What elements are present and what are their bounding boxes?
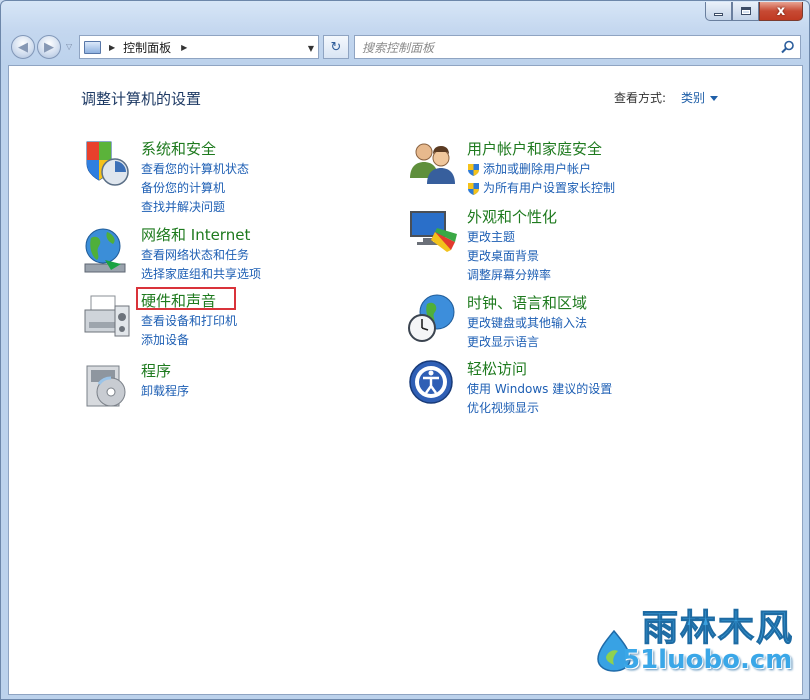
watermark-url: 51luobo.cm <box>622 645 793 675</box>
category-links: 查看您的计算机状态 备份您的计算机 查找并解决问题 <box>141 160 249 217</box>
view-by-dropdown[interactable]: 类别 <box>681 89 719 106</box>
uac-shield-icon <box>468 164 479 176</box>
link-change-keyboard-input[interactable]: 更改键盘或其他输入法 <box>467 314 587 333</box>
category-links: 查看设备和打印机 添加设备 <box>141 312 237 350</box>
category-links: 添加或删除用户帐户 为所有用户设置家长控制 <box>467 160 615 198</box>
link-change-desktop-background[interactable]: 更改桌面背景 <box>467 247 551 266</box>
refresh-button[interactable]: ↻ <box>323 35 349 59</box>
link-label[interactable]: 为所有用户设置家长控制 <box>483 181 615 195</box>
users-icon[interactable] <box>407 138 459 190</box>
maximize-button[interactable] <box>732 2 759 21</box>
search-input[interactable]: 搜索控制面板 <box>362 39 434 56</box>
link-label[interactable]: 添加或删除用户帐户 <box>483 162 591 176</box>
breadcrumb-control-panel[interactable]: 控制面板 <box>123 39 171 56</box>
category-title-programs[interactable]: 程序 <box>141 360 171 381</box>
link-optimize-video-display[interactable]: 优化视频显示 <box>467 399 612 418</box>
link-change-display-language[interactable]: 更改显示语言 <box>467 333 587 352</box>
forward-button[interactable]: ▶ <box>37 35 61 59</box>
category-links: 使用 Windows 建议的设置 优化视频显示 <box>467 380 612 418</box>
category-system-security: 系统和安全 查看您的计算机状态 备份您的计算机 查找并解决问题 <box>81 138 361 214</box>
watermark-chinese: 雨林木风 <box>641 608 795 650</box>
category-user-accounts: 用户帐户和家庭安全 添加或删除用户帐户 为所有用户设置家长控制 <box>407 138 707 198</box>
category-title-network-internet[interactable]: 网络和 Internet <box>141 224 250 245</box>
link-homegroup-sharing[interactable]: 选择家庭组和共享选项 <box>141 265 261 284</box>
page-title: 调整计算机的设置 <box>81 90 202 108</box>
recent-pages-dropdown-icon[interactable]: ▽ <box>66 42 72 51</box>
clock-globe-icon[interactable] <box>407 292 459 344</box>
appearance-monitor-icon[interactable] <box>407 206 459 258</box>
close-icon: x <box>776 3 786 19</box>
minimize-icon <box>714 12 723 16</box>
search-box[interactable]: 搜索控制面板 <box>354 35 801 59</box>
link-adjust-resolution[interactable]: 调整屏幕分辨率 <box>467 266 551 285</box>
link-change-theme[interactable]: 更改主题 <box>467 228 551 247</box>
category-title-system-security[interactable]: 系统和安全 <box>141 138 216 159</box>
minimize-button[interactable] <box>705 2 732 21</box>
category-title-clock-language[interactable]: 时钟、语言和区域 <box>467 292 587 313</box>
category-network-internet: 网络和 Internet 查看网络状态和任务 选择家庭组和共享选项 <box>81 224 361 284</box>
link-find-fix-problems[interactable]: 查找并解决问题 <box>141 198 249 217</box>
link-add-device[interactable]: 添加设备 <box>141 331 237 350</box>
link-parental-controls[interactable]: 为所有用户设置家长控制 <box>467 179 615 198</box>
address-dropdown-icon[interactable]: ▼ <box>308 44 314 53</box>
category-clock-language-region: 时钟、语言和区域 更改键盘或其他输入法 更改显示语言 <box>407 292 707 352</box>
category-links: 更改键盘或其他输入法 更改显示语言 <box>467 314 587 352</box>
watermark: 雨林木风 51luobo.cm <box>584 599 804 695</box>
category-title-ease-of-access[interactable]: 轻松访问 <box>467 358 527 379</box>
maximize-icon <box>740 7 751 15</box>
ease-of-access-icon[interactable] <box>407 358 459 410</box>
back-button[interactable]: ◀ <box>11 35 35 59</box>
category-title-hardware-sound[interactable]: 硬件和声音 <box>141 290 216 311</box>
caption-buttons: x <box>705 2 803 21</box>
link-view-computer-status[interactable]: 查看您的计算机状态 <box>141 160 249 179</box>
category-links: 卸载程序 <box>141 382 189 401</box>
printer-hardware-icon[interactable] <box>81 290 133 342</box>
category-ease-of-access: 轻松访问 使用 Windows 建议的设置 优化视频显示 <box>407 358 727 418</box>
category-links: 查看网络状态和任务 选择家庭组和共享选项 <box>141 246 261 284</box>
back-arrow-icon: ◀ <box>18 39 28 55</box>
category-title-appearance[interactable]: 外观和个性化 <box>467 206 557 227</box>
control-panel-icon <box>84 40 101 54</box>
dropdown-arrow-icon[interactable] <box>710 96 719 101</box>
link-add-remove-accounts[interactable]: 添加或删除用户帐户 <box>467 160 615 179</box>
programs-disc-icon[interactable] <box>81 360 133 412</box>
uac-shield-icon <box>468 183 479 195</box>
category-title-user-accounts[interactable]: 用户帐户和家庭安全 <box>467 138 602 159</box>
system-security-icon[interactable] <box>81 138 133 190</box>
forward-arrow-icon: ▶ <box>44 39 54 55</box>
view-by-label: 查看方式: <box>614 91 667 105</box>
link-view-network-status[interactable]: 查看网络状态和任务 <box>141 246 261 265</box>
refresh-icon: ↻ <box>330 39 342 55</box>
link-uninstall-program[interactable]: 卸载程序 <box>141 382 189 401</box>
category-links: 更改主题 更改桌面背景 调整屏幕分辨率 <box>467 228 551 285</box>
navigation-bar: ◀ ▶ ▽ ▶ 控制面板 ▶ ▼ ↻ 搜索控制面板 <box>9 33 801 61</box>
address-bar[interactable]: ▶ 控制面板 ▶ ▼ <box>79 35 319 59</box>
view-by-value[interactable]: 类别 <box>681 91 705 105</box>
network-globe-icon[interactable] <box>81 224 133 276</box>
category-hardware-sound: 硬件和声音 查看设备和打印机 添加设备 <box>81 290 361 350</box>
link-backup-computer[interactable]: 备份您的计算机 <box>141 179 249 198</box>
link-devices-printers[interactable]: 查看设备和打印机 <box>141 312 237 331</box>
category-appearance: 外观和个性化 更改主题 更改桌面背景 调整屏幕分辨率 <box>407 206 707 282</box>
control-panel-window: x ◀ ▶ ▽ ▶ 控制面板 ▶ ▼ ↻ 搜索控制面板 调整计算机的设置 查看方… <box>0 0 810 700</box>
close-button[interactable]: x <box>759 2 803 21</box>
breadcrumb-chevron-icon[interactable]: ▶ <box>109 43 115 52</box>
category-programs: 程序 卸载程序 <box>81 360 361 416</box>
search-icon[interactable] <box>780 39 796 55</box>
breadcrumb-chevron-icon[interactable]: ▶ <box>181 43 187 52</box>
link-recommended-settings[interactable]: 使用 Windows 建议的设置 <box>467 380 612 399</box>
